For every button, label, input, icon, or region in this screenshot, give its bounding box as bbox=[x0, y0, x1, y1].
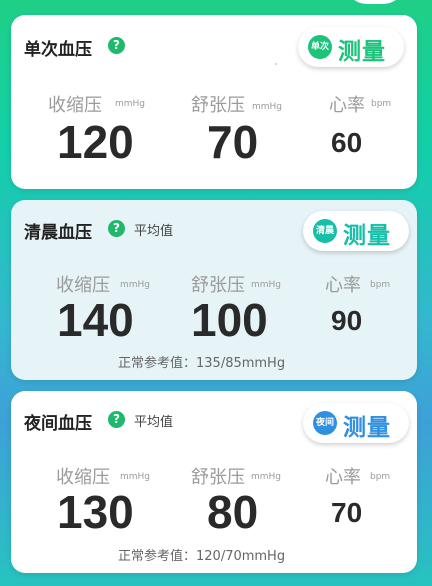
diastolic-value: 100 bbox=[191, 294, 268, 346]
heart-rate-unit: bpm bbox=[370, 472, 391, 482]
measure-button[interactable]: 单次 测量 bbox=[298, 27, 404, 67]
sunrise-icon: 清晨 bbox=[313, 219, 337, 243]
drop-icon: 单次 bbox=[308, 35, 332, 59]
single-bp-card: 单次血压 ? 单次 测量 收缩压 mmHg 舒张压 mmHg 心率 bpm 12… bbox=[11, 15, 417, 189]
heart-rate-value: 90 bbox=[331, 305, 363, 336]
heart-rate-unit: bpm bbox=[371, 99, 392, 109]
help-icon[interactable]: ? bbox=[108, 220, 125, 237]
measure-button[interactable]: 清晨 测量 bbox=[303, 211, 409, 251]
diastolic-label: 舒张压 bbox=[191, 95, 245, 116]
divider-dot bbox=[275, 63, 277, 65]
systolic-label: 收缩压 bbox=[48, 95, 102, 116]
card-title: 夜间血压 bbox=[24, 414, 92, 434]
systolic-value: 120 bbox=[57, 116, 134, 168]
moon-icon: 夜间 bbox=[313, 411, 337, 435]
help-icon[interactable]: ? bbox=[108, 37, 125, 54]
card-title: 清晨血压 bbox=[24, 223, 92, 243]
reference-value: 正常参考值：120/70mmHg bbox=[118, 549, 286, 564]
reference-value: 正常参考值：135/85mmHg bbox=[118, 356, 286, 371]
card-title: 单次血压 bbox=[24, 40, 92, 60]
systolic-unit: mmHg bbox=[115, 99, 146, 109]
heart-rate-label: 心率 bbox=[329, 95, 365, 116]
diastolic-unit: mmHg bbox=[251, 280, 282, 290]
systolic-unit: mmHg bbox=[120, 472, 151, 482]
top-decoration bbox=[345, 0, 405, 4]
average-label: 平均值 bbox=[134, 415, 174, 430]
heart-rate-unit: bpm bbox=[370, 280, 391, 290]
measure-button[interactable]: 夜间 测量 bbox=[303, 403, 409, 443]
measure-label: 测量 bbox=[338, 39, 386, 65]
night-bp-card: 夜间血压 ? 平均值 夜间 测量 收缩压 mmHg 舒张压 mmHg 心率 bp… bbox=[11, 391, 417, 573]
heart-rate-value: 70 bbox=[331, 497, 363, 528]
diastolic-unit: mmHg bbox=[252, 102, 283, 112]
diastolic-value: 70 bbox=[207, 116, 259, 168]
heart-rate-label: 心率 bbox=[325, 467, 361, 488]
measure-label: 测量 bbox=[343, 223, 391, 249]
morning-bp-card: 清晨血压 ? 平均值 清晨 测量 收缩压 mmHg 舒张压 mmHg 心率 bp… bbox=[11, 200, 417, 380]
help-icon[interactable]: ? bbox=[108, 411, 125, 428]
systolic-value: 130 bbox=[57, 486, 134, 538]
systolic-unit: mmHg bbox=[120, 280, 151, 290]
measure-label: 测量 bbox=[343, 415, 391, 441]
average-label: 平均值 bbox=[134, 224, 174, 239]
diastolic-value: 80 bbox=[207, 486, 259, 538]
heart-rate-label: 心率 bbox=[325, 275, 361, 296]
systolic-value: 140 bbox=[57, 294, 134, 346]
heart-rate-value: 60 bbox=[331, 127, 363, 158]
diastolic-unit: mmHg bbox=[251, 472, 282, 482]
